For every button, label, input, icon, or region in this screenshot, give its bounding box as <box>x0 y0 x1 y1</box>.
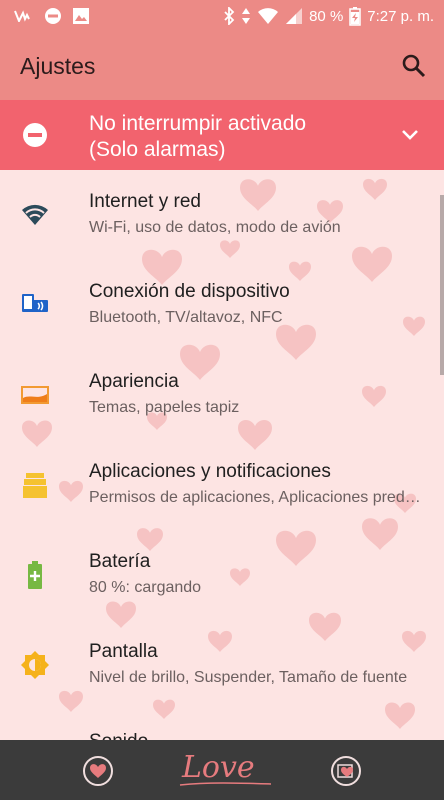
left-dock-button[interactable] <box>82 755 114 787</box>
voicemail-icon <box>14 10 34 22</box>
wifi-icon <box>257 7 279 25</box>
heart-circle-icon <box>83 756 113 786</box>
apps-icon <box>23 473 47 498</box>
status-bar: 80 % 7:27 p. m. <box>0 0 444 32</box>
search-icon <box>402 54 426 78</box>
heart-photo-icon <box>331 756 361 786</box>
item-title: Pantalla <box>89 641 158 662</box>
search-button[interactable] <box>400 52 428 80</box>
item-title: Conexión de dispositivo <box>89 281 290 302</box>
item-title: Aplicaciones y notificaciones <box>89 461 331 482</box>
item-subtitle: Wi-Fi, uso de datos, modo de avión <box>89 219 341 236</box>
item-subtitle: Temas, papeles tapiz <box>89 399 240 416</box>
wifi-icon <box>22 204 48 225</box>
dnd-title: No interrumpir activado <box>89 112 307 135</box>
settings-item-battery[interactable]: Batería 80 %: cargando <box>0 530 444 620</box>
item-subtitle: Permisos de aplicaciones, Aplicaciones p… <box>89 489 423 506</box>
settings-item-appearance[interactable]: Apariencia Temas, papeles tapiz <box>0 350 444 440</box>
do-not-disturb-banner[interactable]: No interrumpir activado (Solo alarmas) <box>0 100 444 170</box>
brightness-icon <box>21 651 49 679</box>
dnd-status-icon <box>44 7 62 25</box>
app-bar: Ajustes <box>0 32 444 100</box>
battery-percent: 80 % <box>309 7 344 25</box>
data-arrows-icon <box>241 7 251 25</box>
page-title: Ajustes <box>20 52 96 79</box>
item-subtitle: Bluetooth, TV/altavoz, NFC <box>89 309 283 326</box>
do-not-disturb-icon <box>23 123 47 147</box>
bluetooth-icon <box>223 7 235 25</box>
logo-underline <box>179 782 272 786</box>
chevron-down-icon[interactable] <box>400 125 420 145</box>
battery-icon <box>28 561 42 589</box>
image-icon <box>72 7 90 25</box>
signal-icon <box>285 7 303 25</box>
bottom-dock: Love <box>0 740 444 800</box>
scrollbar[interactable] <box>440 195 444 375</box>
dnd-text: No interrumpir activado (Solo alarmas) <box>89 111 306 163</box>
settings-item-display[interactable]: Pantalla Nivel de brillo, Suspender, Tam… <box>0 620 444 710</box>
item-title: Apariencia <box>89 371 179 392</box>
settings-list: Internet y red Wi-Fi, uso de datos, modo… <box>0 170 444 800</box>
item-title: Internet y red <box>89 191 201 212</box>
device-connection-icon <box>22 294 48 312</box>
item-subtitle: 80 %: cargando <box>89 579 202 596</box>
wallpaper-icon <box>21 386 49 404</box>
settings-item-apps[interactable]: Aplicaciones y notificaciones Permisos d… <box>0 440 444 530</box>
settings-item-device-connection[interactable]: Conexión de dispositivo Bluetooth, TV/al… <box>0 260 444 350</box>
clock: 7:27 p. m. <box>367 7 434 25</box>
dnd-subtitle: (Solo alarmas) <box>89 138 226 161</box>
item-subtitle: Nivel de brillo, Suspender, Tamaño de fu… <box>89 669 408 686</box>
settings-item-network[interactable]: Internet y red Wi-Fi, uso de datos, modo… <box>0 170 444 260</box>
right-dock-button[interactable] <box>330 755 362 787</box>
item-title: Batería <box>89 551 151 572</box>
battery-charging-icon <box>349 6 362 26</box>
